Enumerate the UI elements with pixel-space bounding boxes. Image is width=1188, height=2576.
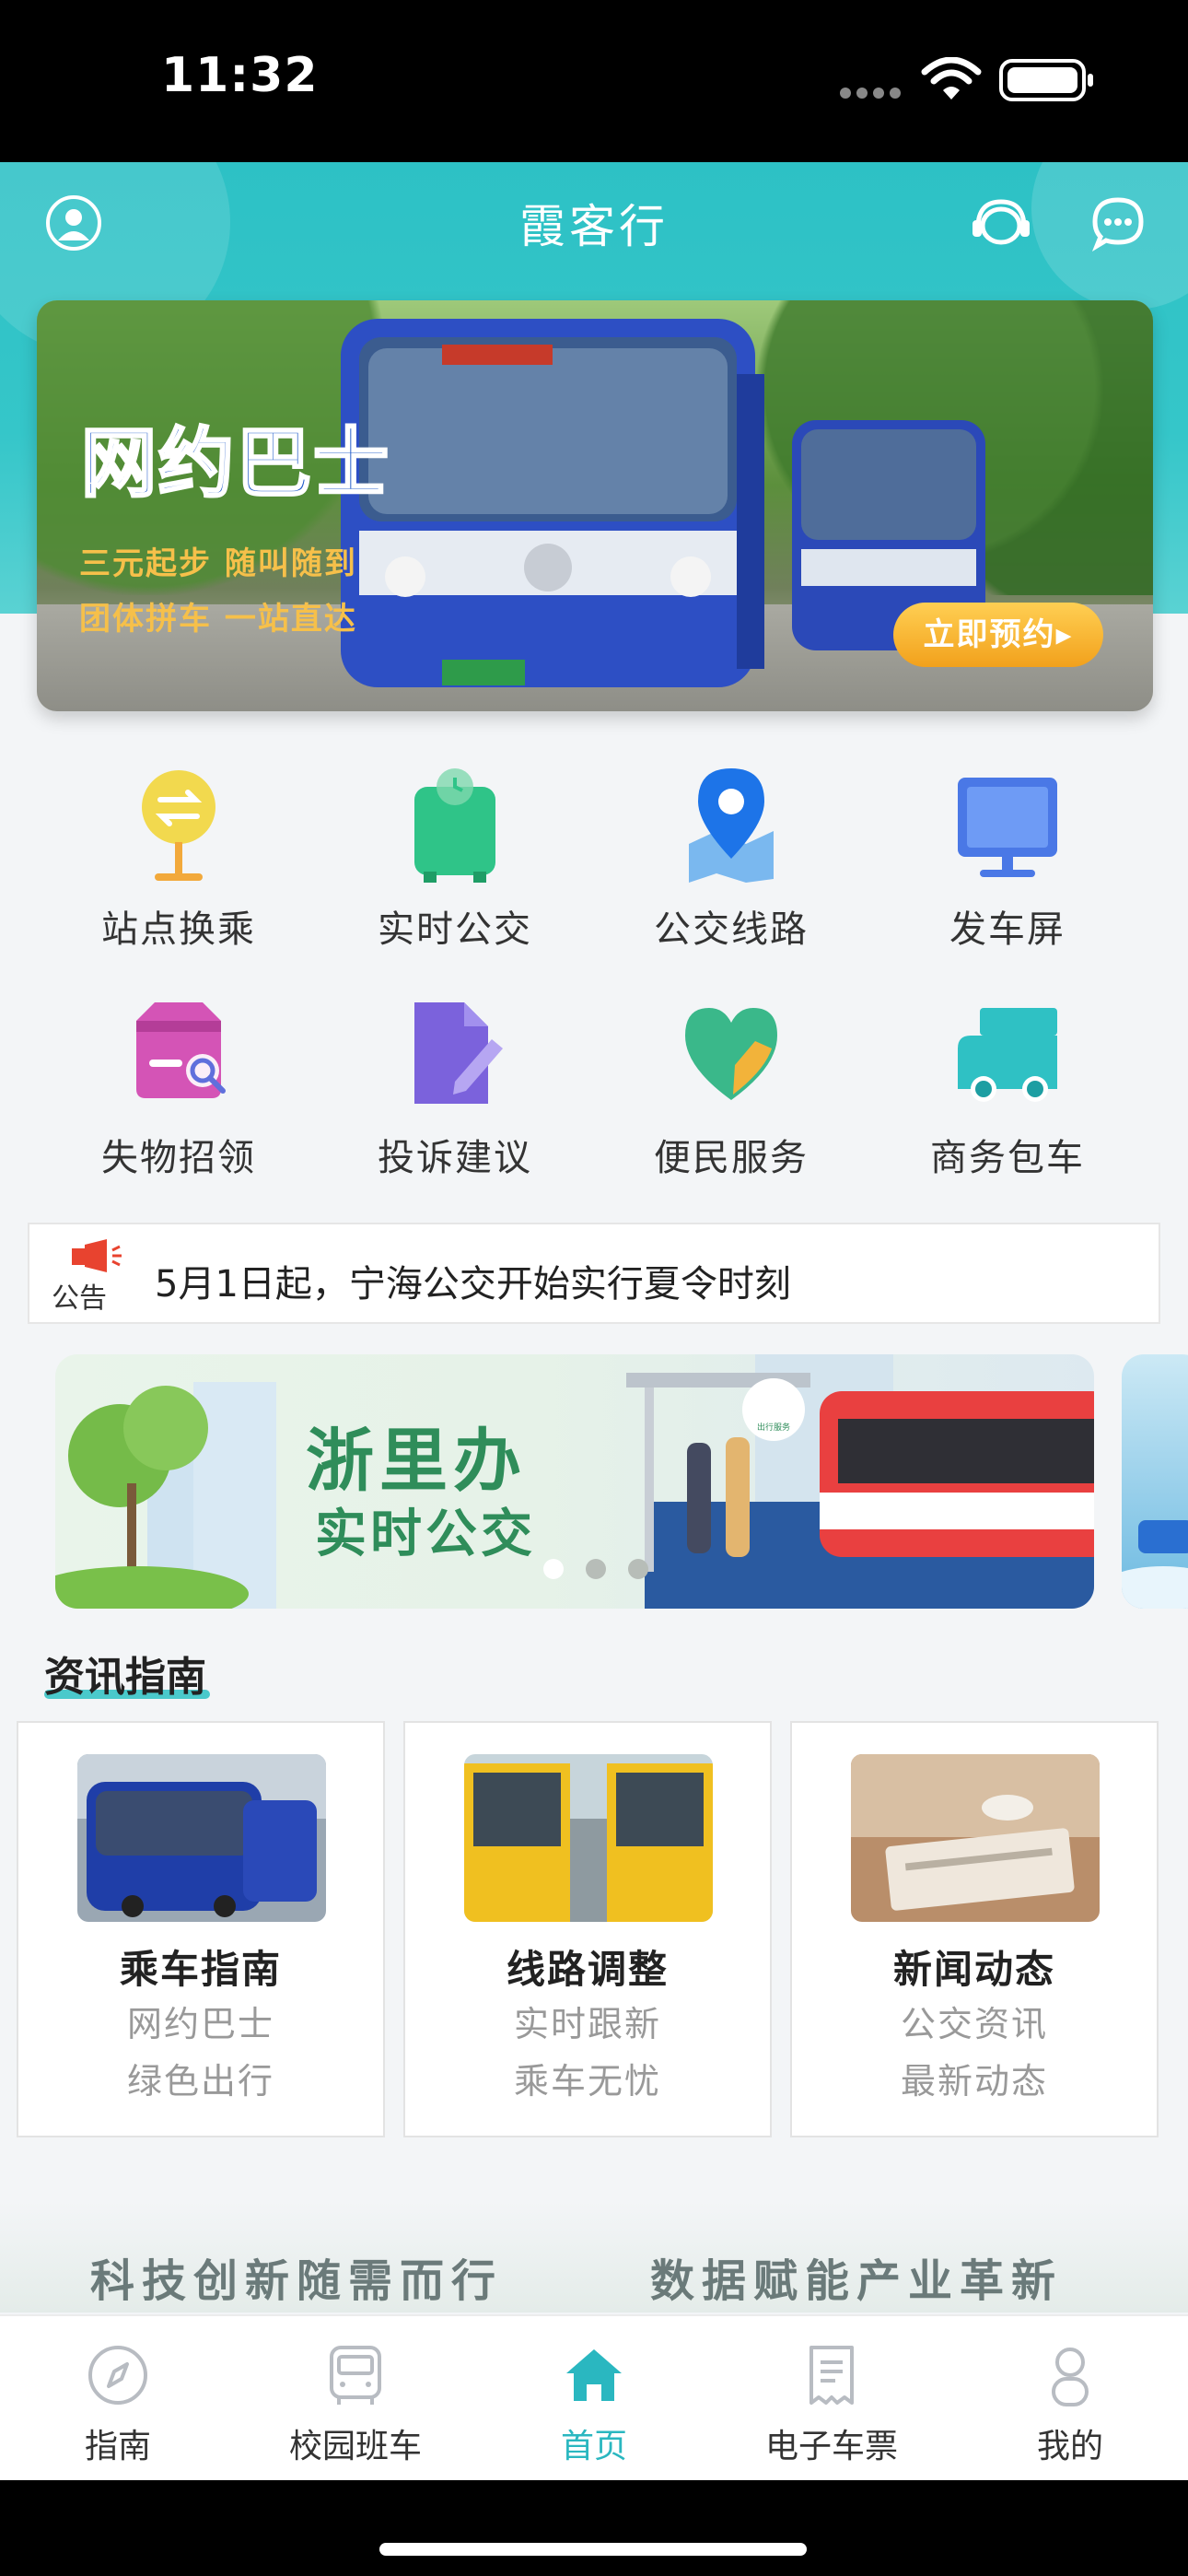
promo-subtitle: 实时公交	[315, 1505, 536, 1564]
grid-label: 商务包车	[930, 1137, 1085, 1179]
info-card-route-adjustment[interactable]: 线路调整 实时跟新 乘车无忧	[403, 1721, 772, 2137]
transfer-icon	[142, 770, 215, 881]
grid-label: 便民服务	[654, 1137, 809, 1179]
grid-label: 发车屏	[949, 908, 1066, 951]
card-title: 线路调整	[506, 1947, 669, 1992]
home-indicator-area	[0, 2480, 1188, 2576]
carousel-dot[interactable]	[628, 1559, 648, 1579]
card-thumbnail	[464, 1754, 713, 1922]
grid-label: 投诉建议	[378, 1137, 532, 1179]
banner-line-2: 团体拼车 一站直达	[79, 601, 357, 638]
card-line-2: 绿色出行	[126, 2061, 274, 2102]
card-line-2: 最新动态	[900, 2061, 1048, 2102]
grid-label: 失物招领	[101, 1137, 256, 1179]
card-thumbnail	[851, 1754, 1100, 1922]
lost-found-icon	[136, 1002, 226, 1098]
announcement-text: 5月1日起，宁海公交开始实行夏令时刻	[155, 1263, 791, 1306]
user-avatar-icon	[46, 195, 101, 251]
tab-label: 首页	[560, 2428, 627, 2465]
grid-item-transfer[interactable]: 站点换乘	[59, 765, 298, 953]
charter-bus-icon	[958, 1008, 1057, 1102]
battery-icon	[999, 59, 1093, 101]
tab-label: 电子车票	[764, 2428, 898, 2465]
home-indicator[interactable]	[379, 2543, 807, 2556]
grid-label: 公交线路	[654, 908, 809, 951]
chat-bubble-icon	[1091, 197, 1144, 252]
tab-e-ticket[interactable]: 电子车票	[730, 2342, 933, 2467]
grid-label: 实时公交	[378, 908, 532, 951]
info-cards: 乘车指南 网约巴士 绿色出行 线路调整 实时跟新 乘车无忧 新闻动态 公交资讯 …	[17, 1721, 1171, 2137]
card-line-1: 实时跟新	[513, 2004, 661, 2044]
slogan-banner: 科技创新随需而行 数据赋能产业革新	[0, 2202, 1188, 2313]
carousel-dot[interactable]	[586, 1559, 606, 1579]
app-screen: 11:32 霞客行 网约巴士 三元起步 随叫随到 团体拼车 一站直达 立即预约▸…	[0, 0, 1188, 2576]
tab-label: 我的	[1036, 2428, 1103, 2465]
banner-line-1: 三元起步 随叫随到	[79, 545, 357, 582]
slogan-left: 科技创新随需而行	[90, 2255, 504, 2307]
card-line-1: 公交资讯	[900, 2004, 1048, 2044]
hero-banner[interactable]: 网约巴士 三元起步 随叫随到 团体拼车 一站直达 立即预约▸	[37, 300, 1153, 711]
carousel-indicator	[543, 1559, 670, 1583]
grid-item-realtime-bus[interactable]: 实时公交	[335, 765, 575, 953]
route-map-icon	[689, 768, 774, 883]
customer-service-button[interactable]	[969, 193, 1033, 252]
promo-title: 浙里办	[306, 1422, 527, 1501]
monitor-icon	[958, 778, 1057, 877]
headset-icon	[973, 199, 1030, 245]
tab-guide[interactable]: 指南	[17, 2342, 219, 2467]
info-card-news[interactable]: 新闻动态 公交资讯 最新动态	[790, 1721, 1159, 2137]
card-thumbnail	[77, 1754, 326, 1922]
grid-item-charter[interactable]: 商务包车	[888, 993, 1127, 1181]
bus-illustration	[1122, 1520, 1188, 1609]
realtime-bus-icon	[414, 768, 495, 883]
tab-campus-shuttle[interactable]: 校园班车	[254, 2342, 457, 2467]
card-title: 新闻动态	[892, 1947, 1055, 1992]
promo-carousel[interactable]: 浙里办 实时公交 出行服务	[55, 1354, 1094, 1609]
card-line-1: 网约巴士	[126, 2004, 274, 2044]
complaint-icon	[414, 1002, 503, 1104]
grid-label: 站点换乘	[101, 908, 256, 951]
bus-icon	[330, 2346, 381, 2405]
info-card-riding-guide[interactable]: 乘车指南 网约巴士 绿色出行	[17, 1721, 385, 2137]
tab-profile[interactable]: 我的	[969, 2342, 1171, 2467]
promo-next-slide[interactable]	[1122, 1354, 1188, 1609]
card-title: 乘车指南	[119, 1947, 282, 1992]
carousel-dot[interactable]	[543, 1559, 564, 1579]
grid-item-departure-screen[interactable]: 发车屏	[888, 765, 1127, 953]
bottom-tab-bar: 指南 校园班车 首页 电子车票 我的	[0, 2314, 1188, 2480]
signal-icon	[840, 85, 906, 99]
user-icon	[1052, 2348, 1089, 2406]
grid-item-convenience[interactable]: 便民服务	[611, 993, 851, 1181]
slogan-right: 数据赋能产业革新	[650, 2255, 1064, 2307]
wifi-icon	[921, 57, 982, 100]
ticket-icon	[809, 2346, 854, 2405]
book-now-button[interactable]: 立即预约▸	[893, 603, 1103, 667]
profile-button[interactable]	[44, 193, 103, 252]
grid-item-bus-routes[interactable]: 公交线路	[611, 765, 851, 953]
tab-label: 指南	[84, 2428, 151, 2465]
announcement-bar[interactable]: 公告 5月1日起，宁海公交开始实行夏令时刻	[28, 1223, 1160, 1324]
promo-sign: 出行服务	[756, 1423, 790, 1433]
heart-service-icon	[685, 1008, 777, 1100]
status-bar: 11:32	[0, 0, 1188, 162]
tab-label: 校园班车	[288, 2428, 422, 2465]
messages-button[interactable]	[1089, 193, 1147, 252]
status-time: 11:32	[161, 48, 319, 103]
home-icon	[566, 2349, 622, 2401]
notice-badge-label: 公告	[52, 1282, 107, 1313]
tab-home[interactable]: 首页	[493, 2342, 695, 2467]
grid-item-complaint[interactable]: 投诉建议	[335, 993, 575, 1181]
grid-item-lost-found[interactable]: 失物招领	[59, 993, 298, 1181]
megaphone-icon: 公告	[52, 1239, 122, 1313]
banner-title: 网约巴士	[79, 419, 391, 509]
card-line-2: 乘车无忧	[513, 2061, 661, 2102]
compass-icon	[88, 2346, 147, 2405]
section-title: 资讯指南	[44, 1654, 206, 1701]
